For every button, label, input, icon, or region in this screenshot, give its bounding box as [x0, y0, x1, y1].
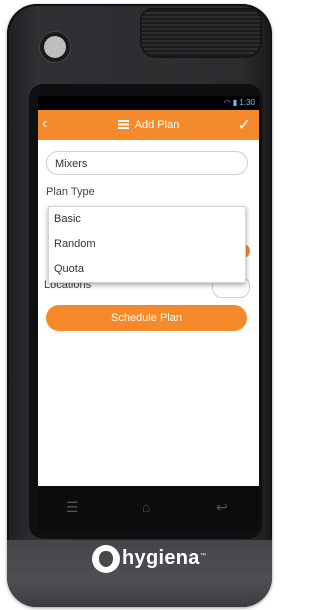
status-bar: ◠ ▮ 1:30 [38, 96, 259, 110]
dropdown-option-random[interactable]: Random [49, 232, 245, 257]
page-title-text: Add Plan [134, 119, 180, 131]
camera-lens [44, 36, 66, 58]
hygiena-logo-icon [92, 545, 120, 573]
plan-type-label: Plan Type [46, 186, 95, 198]
plan-type-dropdown: Basic Random Quota [48, 206, 246, 283]
menu-icon [117, 120, 129, 129]
dropdown-option-quota[interactable]: Quota [49, 257, 245, 282]
system-nav-bar: ☰ ⌂ ↩ [38, 486, 259, 530]
plan-name-input[interactable]: Mixers [46, 151, 248, 175]
speaker-grille [142, 10, 260, 56]
back-nav-icon[interactable]: ↩ [216, 499, 228, 516]
check-icon[interactable]: ✓ [238, 115, 251, 135]
home-nav-icon[interactable]: ⌂ [142, 499, 150, 515]
dropdown-option-basic[interactable]: Basic [49, 207, 245, 232]
brand-logo: hygiena ™ [92, 545, 212, 573]
battery-icon: ▮ [232, 98, 238, 107]
page-title: Add Plan [38, 119, 259, 131]
status-time: 1:30 [239, 98, 255, 107]
app-bar: ‹ Add Plan ✓ [38, 110, 259, 140]
brand-name: hygiena [122, 547, 200, 569]
brand-trademark: ™ [200, 553, 206, 559]
wifi-icon: ◠ [223, 98, 231, 107]
schedule-plan-button[interactable]: Schedule Plan [46, 305, 247, 331]
menu-nav-icon[interactable]: ☰ [66, 499, 79, 516]
app-screen: ◠ ▮ 1:30 ‹ Add Plan ✓ Mixers Plan Type Lo… [38, 96, 259, 486]
